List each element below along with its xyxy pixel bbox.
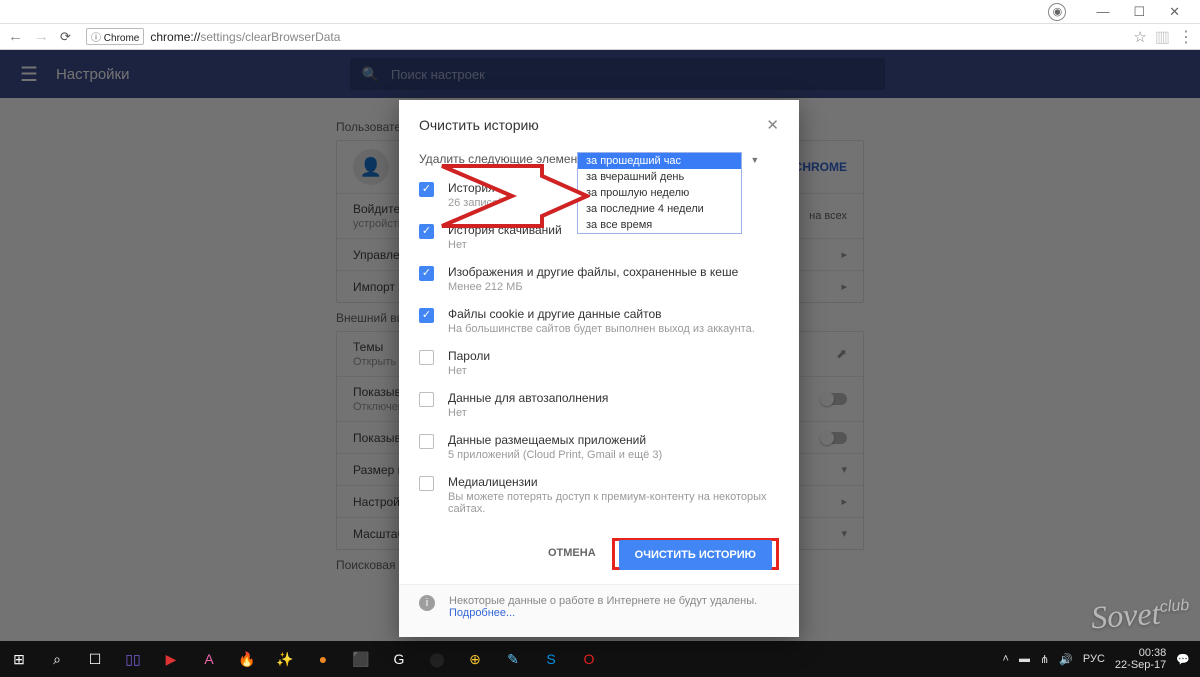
taskbar-item[interactable]: S [532, 641, 570, 677]
clear-button[interactable]: ОЧИСТИТЬ ИСТОРИЮ [619, 540, 772, 570]
dropdown-option[interactable]: за прошедший час [578, 153, 741, 169]
close-icon[interactable]: ✕ [766, 116, 779, 134]
tray-lang[interactable]: РУС [1083, 653, 1105, 665]
tray-wifi-icon[interactable]: ⋔ [1040, 653, 1049, 666]
taskbar-item[interactable]: O [570, 641, 608, 677]
reload-icon[interactable]: ⟳ [60, 29, 78, 45]
taskbar-item[interactable]: ▶ [152, 641, 190, 677]
taskbar-item[interactable]: ✎ [494, 641, 532, 677]
dialog-title: Очистить историю [419, 117, 539, 133]
checkbox-label: Медиалицензии [448, 475, 779, 489]
taskbar-item[interactable]: ▯▯ [114, 641, 152, 677]
maximize-icon[interactable]: ☐ [1133, 4, 1145, 20]
minimize-icon[interactable]: ― [1096, 4, 1109, 19]
taskbar-item[interactable]: ⬤ [418, 641, 456, 677]
taskbar-item[interactable]: ⊕ [456, 641, 494, 677]
checkbox[interactable]: ✓ [419, 224, 434, 239]
taskbar-item[interactable]: A [190, 641, 228, 677]
close-window-icon[interactable]: ✕ [1169, 4, 1180, 20]
arrow-annotation [440, 158, 590, 238]
taskbar-item[interactable]: ⌕ [38, 641, 76, 677]
cancel-button[interactable]: ОТМЕНА [536, 538, 608, 570]
tray-volume-icon[interactable]: 🔊 [1059, 653, 1073, 666]
watermark: Sovetclub [1090, 593, 1191, 637]
checkbox[interactable] [419, 476, 434, 491]
browser-menu-icon[interactable]: ⋮ [1178, 27, 1192, 47]
checkbox[interactable] [419, 350, 434, 365]
checkbox-label: Данные размещаемых приложений [448, 433, 662, 447]
tray-up-icon[interactable]: ˄ [1003, 653, 1009, 665]
taskbar-item[interactable]: ☐ [76, 641, 114, 677]
forward-icon: → [34, 28, 52, 45]
checkbox-label: Пароли [448, 349, 490, 363]
info-icon: i [419, 595, 435, 611]
chevron-down-icon: ▼ [750, 155, 759, 165]
bookmark-star-icon[interactable]: ☆ [1133, 28, 1146, 46]
dropdown-option[interactable]: за последние 4 недели [578, 201, 741, 217]
highlight-annotation: ОЧИСТИТЬ ИСТОРИЮ [612, 538, 779, 570]
panels-icon[interactable]: ▥ [1155, 27, 1170, 47]
tray-clock[interactable]: 00:3822-Sep-17 [1115, 647, 1166, 671]
taskbar-item[interactable]: ● [304, 641, 342, 677]
learn-more-link[interactable]: Подробнее... [449, 607, 515, 619]
dropdown-option[interactable]: за все время [578, 217, 741, 233]
checkbox-label: Изображения и другие файлы, сохраненные … [448, 265, 738, 279]
checkbox[interactable] [419, 434, 434, 449]
taskbar-item[interactable]: ✨ [266, 641, 304, 677]
dropdown-option[interactable]: за прошлую неделю [578, 185, 741, 201]
checkbox[interactable]: ✓ [419, 266, 434, 281]
time-range-dropdown: за прошедший часза вчерашний деньза прош… [577, 152, 742, 234]
taskbar-item[interactable]: G [380, 641, 418, 677]
profile-icon[interactable]: ◉ [1048, 3, 1066, 21]
checkbox-label: Данные для автозаполнения [448, 391, 608, 405]
taskbar-item[interactable]: ⬛ [342, 641, 380, 677]
dropdown-option[interactable]: за вчерашний день [578, 169, 741, 185]
checkbox-label: Файлы cookie и другие данные сайтов [448, 307, 755, 321]
checkbox[interactable]: ✓ [419, 308, 434, 323]
checkbox[interactable] [419, 392, 434, 407]
taskbar-item[interactable]: ⊞ [0, 641, 38, 677]
checkbox[interactable]: ✓ [419, 182, 434, 197]
tray-battery-icon[interactable]: ▬ [1019, 653, 1030, 665]
taskbar-item[interactable]: 🔥 [228, 641, 266, 677]
address-bar[interactable]: ⓘ Chrome chrome://settings/clearBrowserD… [86, 28, 1125, 45]
back-icon[interactable]: ← [8, 28, 26, 45]
tray-notifications-icon[interactable]: 💬 [1176, 653, 1190, 666]
